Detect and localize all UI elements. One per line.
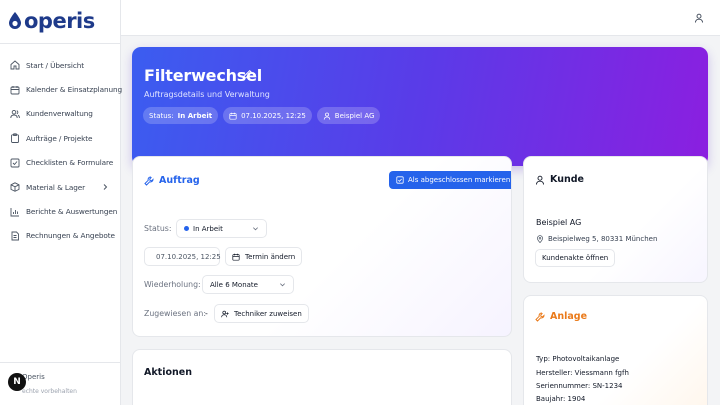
invoice-icon — [11, 231, 19, 241]
reschedule-label: Termin ändern — [245, 252, 296, 261]
sidebar-nav: Start / Übersicht Kalender & Einsatzplan… — [0, 53, 123, 248]
sidebar: operis Start / Übersicht Kalender & Eins… — [0, 0, 123, 405]
kunde-card: Kunde Beispiel AG Beispielweg 5, 80331 M… — [523, 156, 708, 283]
open-customer-file-button[interactable]: Kundenakte öffnen — [535, 249, 616, 267]
chevron-right-icon[interactable] — [101, 183, 109, 191]
kunde-card-title: Kunde — [535, 174, 584, 185]
wrench-icon — [535, 311, 545, 322]
home-icon — [10, 60, 20, 70]
reschedule-button[interactable]: Termin ändern — [225, 247, 303, 266]
assigned-value: - — [205, 309, 208, 318]
calendar-icon — [232, 253, 240, 261]
logo-drop-icon — [9, 12, 21, 29]
topbar — [121, 0, 720, 36]
auftrag-title-text: Auftrag — [159, 175, 200, 186]
dev-badge[interactable]: N — [8, 373, 26, 391]
customer-chip-value: Beispiel AG — [334, 111, 375, 120]
status-chip-value: In Arbeit — [177, 111, 213, 120]
sidebar-item-berichte[interactable]: Berichte & Auswertungen — [0, 199, 121, 223]
hero-chips: Status: In Arbeit 07.10.2025, 12:25 Beis… — [143, 107, 381, 124]
status-chip-label: Status: — [149, 111, 174, 120]
status-dot — [184, 226, 189, 231]
repeat-label: Wiederholung: — [144, 280, 201, 289]
mark-complete-label: Als abgeschlossen markieren — [408, 176, 511, 184]
customer-chip: Beispiel AG — [316, 107, 381, 124]
logo-text: operis — [24, 9, 95, 33]
edit-pencil-icon[interactable] — [242, 69, 253, 80]
kunde-title-text: Kunde — [550, 174, 584, 185]
repeat-select[interactable]: Alle 6 Monate — [202, 275, 294, 294]
status-select-value: In Arbeit — [193, 224, 223, 233]
sidebar-item-label: Berichte & Auswertungen — [26, 207, 118, 217]
sidebar-item-rechnungen[interactable]: Rechnungen & Angebote — [0, 224, 121, 248]
sidebar-item-checklisten[interactable]: Checklisten & Formulare — [0, 151, 121, 175]
sidebar-item-auftraege[interactable]: Aufträge / Projekte — [0, 126, 121, 150]
anlage-type: Typ: Photovoltaikanlage — [536, 355, 620, 363]
check-double-icon — [396, 176, 404, 184]
sidebar-item-label: Kundenverwaltung — [26, 109, 93, 119]
sidebar-item-label: Checklisten & Formulare — [26, 158, 114, 168]
date-field[interactable]: 07.10.2025, 12:25 — [144, 247, 221, 266]
anlage-title-text: Anlage — [550, 311, 588, 322]
chevron-down-icon — [280, 283, 285, 287]
user-icon[interactable] — [694, 13, 704, 23]
user-plus-icon — [221, 310, 229, 317]
chevron-down-icon — [253, 227, 258, 231]
mark-complete-button[interactable]: Als abgeschlossen markieren — [389, 171, 511, 189]
checklist-icon — [10, 158, 20, 168]
date-field-value: 07.10.2025, 12:25 — [156, 252, 221, 261]
sidebar-footer-note: echte vorbehalten — [22, 388, 77, 395]
sidebar-item-label: Kalender & Einsatzplanung — [26, 85, 123, 95]
assigned-label: Zugewiesen an: — [144, 309, 206, 318]
user-icon — [323, 112, 330, 120]
logo[interactable]: operis — [8, 8, 95, 34]
hero-banner: Filterwechsel Auftragsdetails und Verwal… — [132, 47, 708, 166]
date-chip: 07.10.2025, 12:25 — [223, 107, 312, 124]
anlage-card-title: Anlage — [535, 311, 587, 322]
customer-address-text: Beispielweg 5, 80331 München — [548, 235, 658, 243]
calendar-icon — [229, 112, 237, 120]
sidebar-footer-divider — [0, 362, 121, 363]
auftrag-card-title: Auftrag — [144, 175, 200, 186]
aktionen-title: Aktionen — [144, 367, 192, 378]
status-chip: Status: In Arbeit — [143, 107, 219, 124]
sidebar-item-label: Aufträge / Projekte — [26, 133, 93, 143]
users-icon — [10, 109, 20, 119]
sidebar-item-kalender[interactable]: Kalender & Einsatzplanung — [0, 77, 123, 101]
status-select[interactable]: In Arbeit — [176, 219, 267, 238]
repeat-select-value: Alle 6 Monate — [210, 280, 258, 289]
open-customer-file-label: Kundenakte öffnen — [542, 254, 609, 262]
aktionen-title-text: Aktionen — [144, 367, 192, 378]
assign-technician-label: Techniker zuweisen — [234, 309, 302, 318]
auftrag-card: Auftrag Als abgeschlossen markieren Stat… — [132, 156, 512, 337]
customer-name: Beispiel AG — [536, 218, 582, 227]
box-icon — [10, 182, 20, 192]
clipboard-icon — [11, 133, 19, 144]
calendar-icon — [10, 85, 20, 95]
sidebar-item-kunden[interactable]: Kundenverwaltung — [0, 102, 121, 126]
anlage-serial: Seriennummer: SN-1234 — [536, 382, 623, 390]
sidebar-item-label: Start / Übersicht — [26, 60, 85, 70]
user-icon — [536, 175, 544, 185]
anlage-year: Baujahr: 1904 — [536, 395, 586, 403]
date-chip-value: 07.10.2025, 12:25 — [241, 111, 306, 120]
status-label: Status: — [144, 224, 172, 233]
map-pin-icon — [537, 235, 543, 243]
customer-address: Beispielweg 5, 80331 München — [536, 235, 657, 243]
sidebar-item-material[interactable]: Material & Lager — [0, 175, 121, 199]
sidebar-item-label: Rechnungen & Angebote — [26, 231, 115, 241]
sidebar-item-label: Material & Lager — [26, 182, 86, 192]
aktionen-card: Aktionen — [132, 349, 512, 405]
anlage-card: Anlage Typ: Photovoltaikanlage Herstelle… — [523, 295, 708, 405]
page-subtitle: Auftragsdetails und Verwaltung — [144, 90, 270, 99]
bar-chart-icon — [10, 207, 19, 216]
wrench-icon — [144, 175, 154, 186]
assign-technician-button[interactable]: Techniker zuweisen — [214, 304, 309, 323]
anlage-manufacturer: Hersteller: Viessmann fgfh — [536, 369, 629, 377]
sidebar-item-start[interactable]: Start / Übersicht — [0, 53, 121, 77]
sidebar-divider — [0, 43, 121, 44]
